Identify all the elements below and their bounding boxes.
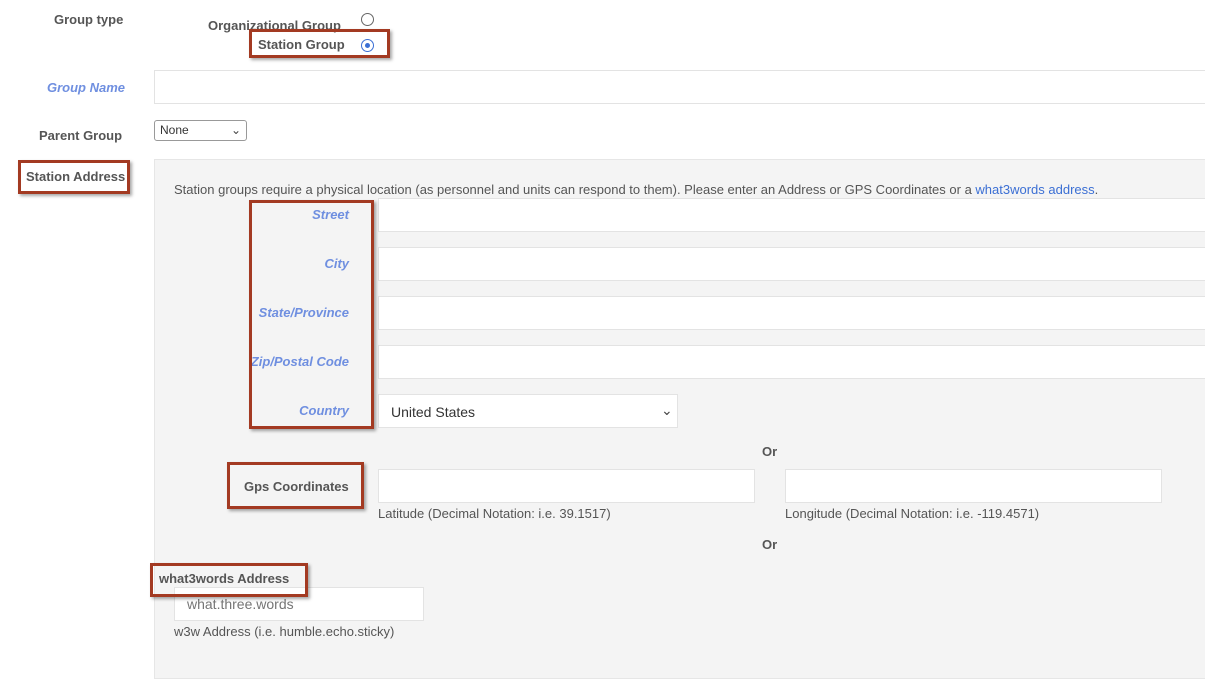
chevron-down-icon: ⌄: [231, 123, 242, 137]
country-selected: United States: [391, 404, 476, 420]
longitude-help: Longitude (Decimal Notation: i.e. -119.4…: [785, 506, 1040, 521]
highlight-gps: [227, 462, 364, 509]
parent-group-selected: None: [160, 123, 189, 137]
organizational-group-radio[interactable]: [361, 13, 374, 26]
intro-end: .: [1094, 182, 1099, 197]
group-name-input[interactable]: [154, 70, 1205, 104]
or-label-1: Or: [762, 444, 778, 459]
city-input[interactable]: [378, 247, 1205, 281]
street-input[interactable]: [378, 198, 1205, 232]
highlight-station-group: [249, 29, 390, 58]
longitude-input[interactable]: [785, 469, 1162, 503]
highlight-w3w: [150, 563, 308, 597]
station-address-intro: Station groups require a physical locati…: [174, 182, 1098, 197]
parent-group-label: Parent Group: [39, 128, 123, 143]
latitude-input[interactable]: [378, 469, 755, 503]
country-select[interactable]: United States ⌄: [378, 394, 678, 428]
group-name-label: Group Name: [47, 80, 126, 95]
chevron-down-icon: ⌄: [661, 402, 673, 418]
zip-input[interactable]: [378, 345, 1205, 379]
highlight-address-fields: [249, 200, 374, 429]
latitude-help: Latitude (Decimal Notation: i.e. 39.1517…: [378, 506, 611, 521]
or-label-2: Or: [762, 537, 778, 552]
intro-text: Station groups require a physical locati…: [174, 182, 972, 197]
group-type-label: Group type: [54, 12, 124, 27]
state-input[interactable]: [378, 296, 1205, 330]
what3words-link[interactable]: what3words address: [975, 182, 1094, 197]
w3w-help: w3w Address (i.e. humble.echo.sticky): [174, 624, 395, 639]
parent-group-select[interactable]: None ⌄: [154, 120, 247, 141]
highlight-station-address: [18, 160, 130, 194]
